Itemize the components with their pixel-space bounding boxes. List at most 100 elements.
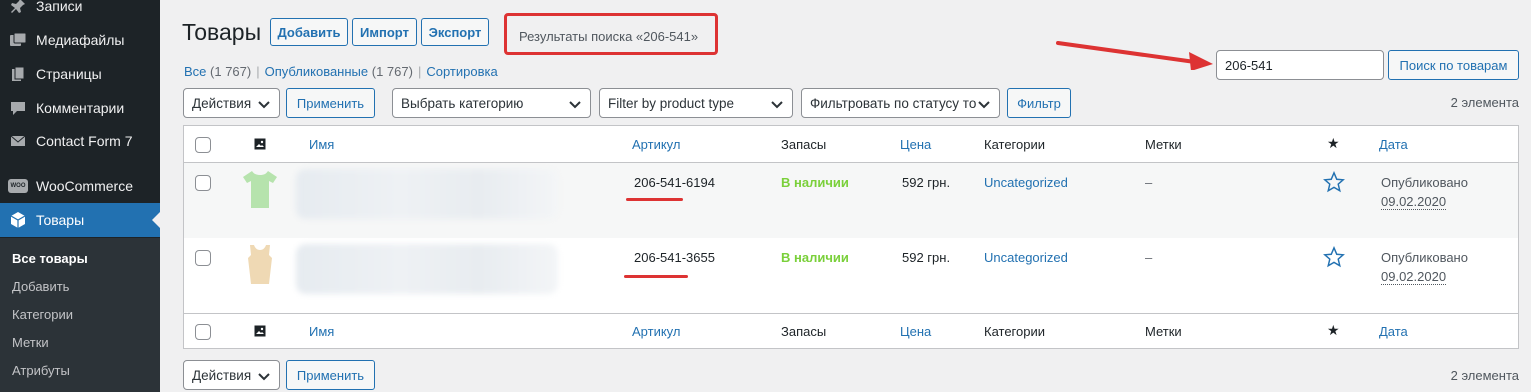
separator: | <box>417 64 422 79</box>
select-all-checkbox-footer[interactable] <box>195 324 211 340</box>
menu-item-media[interactable]: Медиафайлы <box>0 23 160 57</box>
submenu-attributes[interactable]: Атрибуты <box>12 363 70 378</box>
apply-button-top[interactable]: Применить <box>286 88 375 118</box>
publish-status: Опубликовано <box>1381 250 1468 265</box>
view-published-link[interactable]: Опубликованные <box>265 64 369 79</box>
filter-button[interactable]: Фильтр <box>1007 88 1071 118</box>
product-tags: – <box>1145 250 1153 265</box>
stock-status: В наличии <box>781 175 849 190</box>
search-results-annotation: Результаты поиска «206-541» <box>504 13 718 55</box>
menu-item-comments[interactable]: Комментарии <box>0 91 160 125</box>
submenu-categories[interactable]: Категории <box>12 307 73 322</box>
chevron-down-icon <box>771 101 783 109</box>
product-sku: 206-541-3655 <box>634 250 715 265</box>
category-select[interactable]: Выбрать категорию <box>392 88 591 118</box>
column-stock: Запасы <box>781 137 827 152</box>
chevron-down-icon <box>258 101 270 109</box>
column-tags-footer: Метки <box>1145 324 1182 339</box>
mail-icon <box>0 134 36 148</box>
column-categories: Категории <box>984 137 1045 152</box>
star-outline-icon[interactable] <box>1323 246 1345 268</box>
submenu-all-products[interactable]: Все товары <box>12 251 88 266</box>
publish-date: 09.02.2020 <box>1381 194 1447 210</box>
column-date-footer[interactable]: Дата <box>1379 324 1408 339</box>
product-price: 592 грн. <box>902 175 951 190</box>
product-category-link[interactable]: Uncategorized <box>984 250 1068 265</box>
column-date[interactable]: Дата <box>1379 137 1408 152</box>
submenu-tags[interactable]: Метки <box>12 335 49 350</box>
search-products-button[interactable]: Поиск по товарам <box>1388 50 1519 80</box>
column-sku[interactable]: Артикул <box>632 137 680 152</box>
chevron-down-icon <box>569 101 581 109</box>
star-outline-icon[interactable] <box>1323 171 1345 193</box>
products-table: Имя Артикул Запасы Цена Категории Метки … <box>183 125 1519 349</box>
column-price-footer[interactable]: Цена <box>900 324 931 339</box>
view-published-count: (1 767) <box>371 64 413 79</box>
red-underline-annotation <box>624 275 688 278</box>
row-checkbox[interactable] <box>195 250 211 266</box>
table-footer: Имя Артикул Запасы Цена Категории Метки … <box>184 313 1518 349</box>
column-price[interactable]: Цена <box>900 137 931 152</box>
column-name-footer[interactable]: Имя <box>309 324 334 339</box>
column-tags: Метки <box>1145 137 1182 152</box>
view-all-count: (1 767) <box>210 64 252 79</box>
chevron-down-icon <box>977 97 991 111</box>
product-tags: – <box>1145 175 1153 190</box>
menu-item-posts[interactable]: Записи <box>0 0 160 23</box>
column-sku-footer[interactable]: Артикул <box>632 324 680 339</box>
table-row: 206-541-3655 В наличии 592 грн. Uncatego… <box>184 238 1518 313</box>
chevron-down-icon <box>258 373 270 381</box>
product-category-link[interactable]: Uncategorized <box>984 175 1068 190</box>
separator: | <box>256 64 260 79</box>
apply-button-bottom[interactable]: Применить <box>286 360 375 390</box>
product-search-input[interactable] <box>1216 50 1384 80</box>
featured-star-icon[interactable]: ★ <box>1327 135 1340 152</box>
publish-status: Опубликовано <box>1381 175 1468 190</box>
publish-date: 09.02.2020 <box>1381 269 1447 285</box>
comments-icon <box>0 100 36 116</box>
product-type-select[interactable]: Filter by product type <box>599 88 793 118</box>
image-icon <box>254 325 266 337</box>
view-all-link[interactable]: Все <box>184 64 206 79</box>
menu-item-pages[interactable]: Страницы <box>0 57 160 91</box>
column-categories-footer: Категории <box>984 324 1045 339</box>
search-results-text: Результаты поиска «206-541» <box>519 29 699 44</box>
product-price: 592 грн. <box>902 250 951 265</box>
product-thumbnail[interactable] <box>240 243 280 285</box>
import-button[interactable]: Импорт <box>352 18 417 46</box>
page-title: Товары <box>182 19 262 45</box>
product-sku: 206-541-6194 <box>634 175 715 190</box>
red-underline-annotation <box>626 198 683 201</box>
admin-sidebar: Записи Медиафайлы Страницы Комментарии C… <box>0 0 160 392</box>
pages-icon <box>0 66 36 82</box>
column-name[interactable]: Имя <box>309 137 334 152</box>
box-icon <box>0 211 36 229</box>
column-stock-footer: Запасы <box>781 324 827 339</box>
blurred-product-name <box>296 244 558 294</box>
select-all-checkbox[interactable] <box>195 137 211 153</box>
featured-star-icon[interactable]: ★ <box>1327 322 1340 339</box>
view-sort-link[interactable]: Сортировка <box>426 64 497 79</box>
menu-item-products[interactable]: Товары <box>0 203 160 237</box>
add-product-button[interactable]: Добавить <box>270 18 348 46</box>
view-filters: Все (1 767) | Опубликованные (1 767) | Сорти… <box>184 64 498 79</box>
red-arrow-annotation <box>1056 41 1213 70</box>
stock-status-select[interactable]: Фильтровать по статусу то <box>801 88 1000 118</box>
bulk-actions-select-bottom[interactable]: Действия <box>183 360 280 390</box>
items-count-bottom: 2 элемента <box>1450 368 1519 383</box>
product-thumbnail[interactable] <box>240 168 280 210</box>
items-count-top: 2 элемента <box>1450 95 1519 110</box>
menu-item-woocommerce[interactable]: WOO WooCommerce <box>0 169 160 203</box>
export-button[interactable]: Экспорт <box>421 18 489 46</box>
table-row: 206-541-6194 В наличии 592 грн. Uncatego… <box>184 163 1518 238</box>
menu-item-contact-form[interactable]: Contact Form 7 <box>0 124 160 158</box>
media-icon <box>0 32 36 48</box>
products-submenu: Все товары Добавить Категории Метки Атри… <box>0 238 160 392</box>
bulk-actions-select-top[interactable]: Действия <box>183 88 280 118</box>
submenu-add[interactable]: Добавить <box>12 279 69 294</box>
stock-status: В наличии <box>781 250 849 265</box>
image-icon <box>254 138 266 150</box>
row-checkbox[interactable] <box>195 175 211 191</box>
blurred-product-name <box>296 169 558 219</box>
table-header: Имя Артикул Запасы Цена Категории Метки … <box>184 126 1518 163</box>
